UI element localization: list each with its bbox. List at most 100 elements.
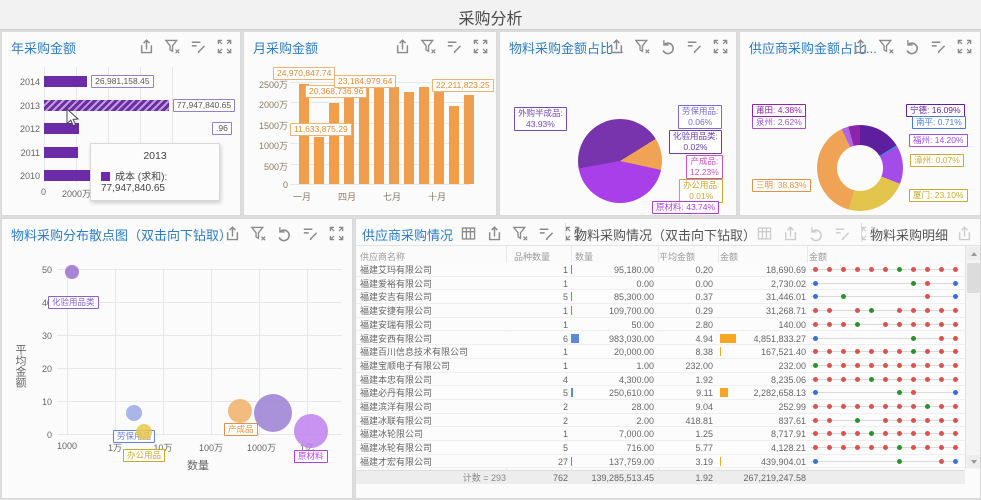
undo-icon[interactable] (904, 38, 921, 55)
qty-data-bar (571, 334, 579, 343)
table-row[interactable]: 福建宝顺电子有限公司11.00232.00232.00 (356, 359, 965, 373)
cell-amt: 252.99 (738, 402, 806, 412)
bubble-劳保用品[interactable] (126, 405, 142, 421)
bubble-化验用品类[interactable] (65, 265, 79, 279)
report-disabled-icon[interactable] (926, 6, 943, 23)
y-axis-tick: 30 (32, 331, 52, 341)
filter-clear-icon[interactable] (420, 38, 437, 55)
edit-icon[interactable] (930, 38, 947, 55)
export-icon[interactable] (394, 38, 411, 55)
table-row[interactable]: 福建冰轮有限公司5716.005.774,128.21 (356, 441, 965, 455)
table-row[interactable]: 福建百川信息技术有限公司120,000.008.38167,521.40 (356, 345, 965, 359)
x-axis-tick: 七月 (383, 190, 401, 203)
edit-icon[interactable] (538, 225, 555, 242)
spark-dot-r (813, 377, 818, 382)
table-row[interactable]: 福建必丹有限公司5250,610.009.112,282,658.13 (356, 386, 965, 400)
cell-amt: 2,282,658.13 (738, 388, 806, 398)
expand-icon[interactable] (328, 225, 345, 242)
bar-month-8[interactable] (404, 92, 414, 184)
slice-label-办公用品: 办公用品:0.01% (679, 179, 723, 203)
scroll-down-button[interactable] (967, 455, 980, 468)
table-row[interactable]: 福建冰联有限公司22.00418.81837.61 (356, 414, 965, 428)
bar-value-label: .96 (212, 122, 232, 135)
spark-dot-r (827, 445, 832, 450)
filter-clear-icon[interactable] (250, 225, 267, 242)
export-icon[interactable] (138, 38, 155, 55)
table-row[interactable]: 福建滨洋有限公司228.009.04252.99 (356, 400, 965, 414)
bar-month-7[interactable] (389, 87, 399, 184)
bar-month-2[interactable] (314, 137, 324, 184)
table-row[interactable]: 福建爱裕有限公司10.000.002,730.02 (356, 277, 965, 291)
filter-clear-icon[interactable] (512, 225, 529, 242)
table-row[interactable]: 福建安捷有限公司1109,700.000.2931,268.71 (356, 304, 965, 318)
spark-dot-r (911, 431, 916, 436)
table-icon[interactable] (460, 225, 477, 242)
spark-dot-r (953, 349, 958, 354)
edit-icon[interactable] (686, 38, 703, 55)
bar-month-9[interactable] (419, 87, 429, 184)
export-icon[interactable] (486, 225, 503, 242)
spark-dot-r (855, 377, 860, 382)
filter-clear-icon[interactable] (878, 38, 895, 55)
bar-2014[interactable] (44, 76, 87, 87)
spark-dot-b (813, 281, 818, 286)
panel-title: 物料采购金额占比... (509, 38, 624, 57)
table-row[interactable]: 福建才宏有限公司27137,759.003.19439,904.01 (356, 455, 965, 469)
slice-label-三明: 三明: 38.83% (752, 179, 811, 192)
edit-icon[interactable] (302, 225, 319, 242)
expand-icon[interactable] (472, 38, 489, 55)
bar-value-label: 26,981,158.45 (91, 75, 153, 88)
spark-dot-b (813, 294, 818, 299)
edit-icon[interactable] (190, 38, 207, 55)
spark-dot-r (855, 431, 860, 436)
footer-avg: 1.92 (661, 473, 713, 483)
table-scrollbar[interactable] (965, 246, 980, 469)
bar-2010[interactable] (44, 170, 91, 181)
spark-dot-r (939, 431, 944, 436)
bar-month-12[interactable] (464, 95, 474, 184)
filter-clear-icon[interactable] (893, 6, 910, 23)
bubble-产成品[interactable] (228, 399, 252, 423)
spark-dot-r (841, 377, 846, 382)
cell-kinds: 2 (476, 402, 568, 412)
table-row[interactable]: 福建安瑞有限公司150.002.80140.00 (356, 318, 965, 332)
export-icon[interactable] (860, 6, 877, 23)
bubble-原材料[interactable] (294, 414, 328, 448)
bar-month-4[interactable] (344, 91, 354, 184)
table-row[interactable]: 福建冰轮限公司17,000.001.258,717.91 (356, 427, 965, 441)
table-row[interactable]: 福建艾玛有限公司195,180.000.2018,690.69 (356, 263, 965, 277)
undo-icon[interactable] (276, 225, 293, 242)
cell-qty: 983,030.00 (582, 334, 654, 344)
export-icon[interactable] (608, 38, 625, 55)
bar-2013[interactable] (44, 100, 169, 111)
undo-icon[interactable] (660, 38, 677, 55)
series-swatch (101, 172, 110, 181)
table-row[interactable]: 福建安吉有限公司585,300.000.3731,446.01 (356, 290, 965, 304)
bubble-外购半成品[interactable] (254, 394, 292, 432)
bar-month-11[interactable] (449, 106, 459, 184)
table-row[interactable]: 福建安西有限公司6983,030.004.944,851,833.27 (356, 332, 965, 346)
spark-dot-r (939, 418, 944, 423)
export-icon[interactable] (852, 38, 869, 55)
table-row[interactable]: 福建本忠有限公司44,300.001.928,235.06 (356, 373, 965, 387)
edit-icon[interactable] (446, 38, 463, 55)
tooltip-title: 2013 (101, 150, 209, 162)
spark-dot-r (939, 404, 944, 409)
spark-dot-g (911, 349, 916, 354)
bar-month-3[interactable] (329, 103, 339, 184)
expand-icon[interactable] (216, 38, 233, 55)
supplier-table-title: 供应商采购情况 (362, 225, 453, 244)
expand-icon[interactable] (956, 38, 973, 55)
export-icon[interactable] (224, 225, 241, 242)
bar-month-6[interactable] (374, 83, 384, 184)
pie-chart[interactable] (578, 119, 662, 203)
scroll-thumb[interactable] (967, 263, 980, 293)
filter-clear-icon[interactable] (634, 38, 651, 55)
filter-clear-icon[interactable] (164, 38, 181, 55)
bar-month-10[interactable] (434, 86, 444, 184)
bar-2011[interactable] (44, 147, 78, 158)
scroll-up-button[interactable] (967, 247, 980, 260)
expand-icon[interactable] (712, 38, 729, 55)
cell-avg: 0.37 (661, 292, 713, 302)
bar-month-5[interactable] (359, 84, 369, 184)
